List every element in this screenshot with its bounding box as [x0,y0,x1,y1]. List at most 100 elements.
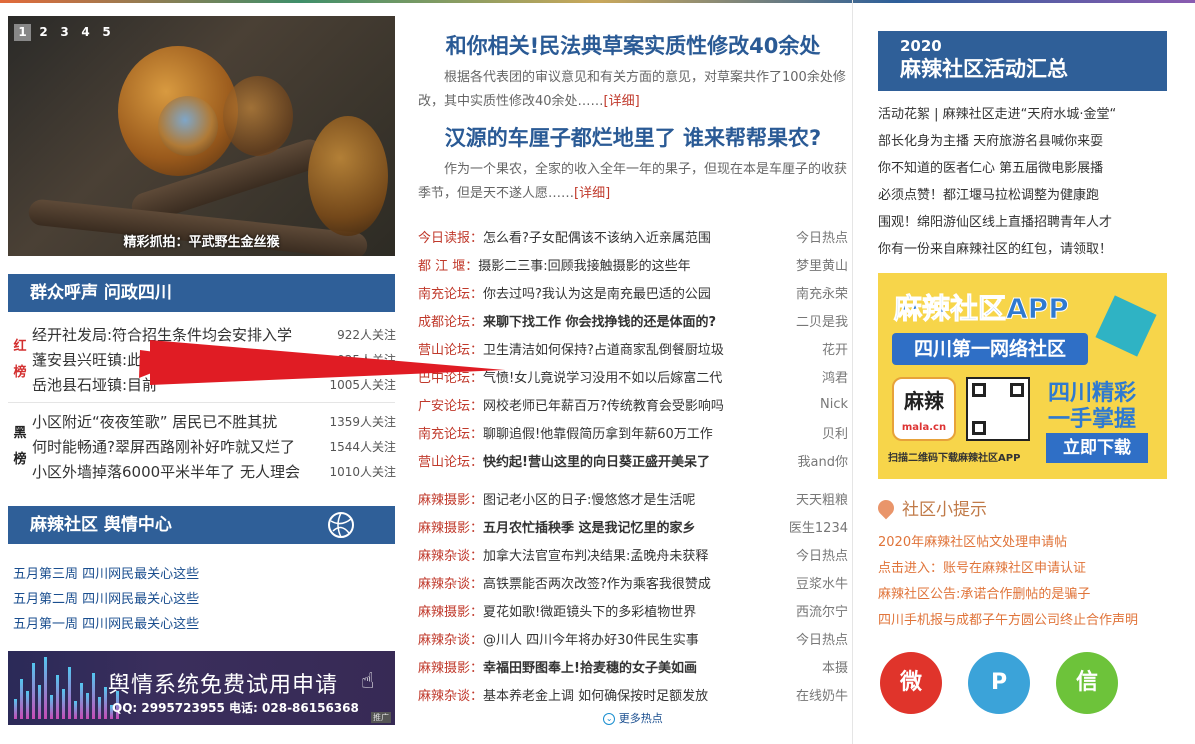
news-author[interactable]: 豆浆水牛 [796,573,848,592]
news-title-link[interactable]: 摄影二三事:回顾我接触摄影的这些年 [478,255,788,274]
event-item-link[interactable]: 围观！绵阳游仙区线上直播招聘青年人才 [878,209,1168,236]
tip-item-link[interactable]: 麻辣社区公告:承诺合作删帖的是骗子 [878,582,1168,608]
slider-page-dot[interactable]: 1 [14,24,31,41]
rank-item-title[interactable]: 岳池县石垭镇:目前 [32,374,157,395]
news-source-link[interactable]: 麻辣摄影： [418,657,483,676]
news-author[interactable]: 今日热点 [796,227,848,246]
rank-item-title[interactable]: 蓬安县兴旺镇:此前 [32,349,157,370]
news-source-link[interactable]: 麻辣杂谈： [418,629,483,648]
news-author[interactable]: 贝利 [822,423,848,442]
detail-link[interactable]: [详细] [604,94,640,109]
sentiment-system-banner[interactable]: 舆情系统免费试用申请 QQ: 2995723955 电话: 028-861563… [8,651,395,725]
news-author[interactable]: 天天粗粮 [796,489,848,508]
news-author[interactable]: 本摄 [822,657,848,676]
headline-title[interactable]: 汉源的车厘子都烂地里了 谁来帮帮果农? [418,122,848,152]
sentiment-item-link[interactable]: 五月第二周 四川网民最关心这些 [13,587,396,612]
monkey-figure [223,76,293,156]
news-author[interactable]: 鸿君 [822,367,848,386]
news-author[interactable]: 今日热点 [796,629,848,648]
rank-item-title[interactable]: 小区外墙掉落6000平米半年了 无人理会 [32,461,300,482]
wechat-icon[interactable]: 信 [1056,652,1118,714]
more-hot-link[interactable]: ⌄ 更多热点 [418,710,848,726]
rank-item[interactable]: 经开社发局:符合招生条件均会安排入学 922人关注 [32,322,396,347]
news-title-link[interactable]: 高铁票能否两次改签?作为乘客我很赞成 [483,573,788,592]
slider-page-dot[interactable]: 2 [35,24,52,41]
sentiment-item-link[interactable]: 五月第三周 四川网民最关心这些 [13,562,396,587]
news-title-link[interactable]: 基本养老金上调 如何确保按时足额发放 [483,685,788,704]
slider-page-dot[interactable]: 5 [98,24,115,41]
news-author[interactable]: 我and你 [798,451,848,470]
weibo-icon[interactable]: 微 [880,652,942,714]
rank-item-title[interactable]: 经开社发局:符合招生条件均会安排入学 [32,324,292,345]
news-title-link[interactable]: 夏花如歌!微距镜头下的多彩植物世界 [483,601,788,620]
news-author[interactable]: 二贝是我 [796,311,848,330]
news-source-link[interactable]: 都 江 堰： [418,255,478,274]
event-item-link[interactable]: 部长化身为主播 天府旅游名县喊你来耍 [878,128,1168,155]
news-title-link[interactable]: 加拿大法官宣布判决结果:孟晚舟未获释 [483,545,788,564]
news-title-link[interactable]: 怎么看?子女配偶该不该纳入近亲属范围 [483,227,788,246]
tip-item-link[interactable]: 点击进入：账号在麻辣社区申请认证 [878,556,1168,582]
photo-slider[interactable]: 12345 精彩抓拍：平武野生金丝猴 [8,16,395,256]
news-title-link[interactable]: 图记老小区的日子:慢悠悠才是生活呢 [483,489,788,508]
rank-item[interactable]: 何时能畅通?翠屏西路刚补好咋就又烂了 1544人关注 [32,434,396,459]
news-title-link[interactable]: 卫生清洁如何保持?占道商家乱倒餐厨垃圾 [483,339,814,358]
news-source-link[interactable]: 广安论坛： [418,395,483,414]
news-title-link[interactable]: @川人 四川今年将办好30件民生实事 [483,629,788,648]
event-item-link[interactable]: 活动花絮 | 麻辣社区走进“天府水城·金堂“ [878,101,1168,128]
download-button[interactable]: 立即下载 [1046,433,1148,463]
news-row: 成都论坛： 来聊下找工作 你会找挣钱的还是体面的? 二贝是我 [418,306,848,334]
news-title-link[interactable]: 来聊下找工作 你会找挣钱的还是体面的? [483,311,788,330]
app-ad-title: 麻辣社区APP [894,292,1070,326]
news-title-link[interactable]: 气愤!女儿竟说学习没用不如以后嫁富二代 [483,367,814,386]
client-icon[interactable]: P [968,652,1030,714]
news-source-link[interactable]: 营山论坛： [418,451,483,470]
rank-item-title[interactable]: 何时能畅通?翠屏西路刚补好咋就又烂了 [32,436,295,457]
rank-item[interactable]: 岳池县石垭镇:目前 1005人关注 [32,372,396,397]
news-author[interactable]: Nick [820,397,848,412]
news-source-link[interactable]: 成都论坛： [418,311,483,330]
headline-title[interactable]: 和你相关!民法典草案实质性修改40余处 [418,30,848,60]
news-author[interactable]: 在线奶牛 [796,685,848,704]
news-title-link[interactable]: 快约起!营山这里的向日葵正盛开美呆了 [483,451,790,470]
news-author[interactable]: 梦里黄山 [796,255,848,274]
news-author[interactable]: 西流尔宁 [796,601,848,620]
news-source-link[interactable]: 麻辣杂谈： [418,573,483,592]
app-ad-tip: 扫描二维码下载麻辣社区APP [888,453,1021,464]
rank-item[interactable]: 小区附近“夜夜笙歌” 居民已不胜其扰 1359人关注 [32,409,396,434]
slider-page-dot[interactable]: 4 [77,24,94,41]
news-source-link[interactable]: 今日读报： [418,227,483,246]
event-item-link[interactable]: 你有一份来自麻辣社区的红包，请领取！ [878,236,1168,263]
app-download-ad[interactable]: 麻辣社区APP 四川第一网络社区 麻辣 mala.cn 四川精彩 一手掌握 立即下… [878,273,1167,479]
news-source-link[interactable]: 南充论坛： [418,423,483,442]
news-source-link[interactable]: 巴中论坛： [418,367,483,386]
news-source-link[interactable]: 麻辣摄影： [418,489,483,508]
news-title-link[interactable]: 你去过吗?我认为这是南充最巴适的公园 [483,283,788,302]
news-source-link[interactable]: 麻辣杂谈： [418,685,483,704]
tip-item-link[interactable]: 2020年麻辣社区帖文处理申请帖 [878,530,1168,556]
rank-item[interactable]: 小区外墙掉落6000平米半年了 无人理会 1010人关注 [32,459,396,484]
news-source-link[interactable]: 麻辣杂谈： [418,545,483,564]
rank-item-title[interactable]: 小区附近“夜夜笙歌” 居民已不胜其扰 [32,411,277,432]
news-author[interactable]: 医生1234 [789,517,848,536]
event-item-link[interactable]: 你不知道的医者仁心 第五届微电影展播 [878,155,1168,182]
news-title-link[interactable]: 幸福田野图奉上!拾麦穗的女子美如画 [483,657,814,676]
event-item-link[interactable]: 必须点赞！都江堰马拉松调整为健康跑 [878,182,1168,209]
news-author[interactable]: 今日热点 [796,545,848,564]
sentiment-item-link[interactable]: 五月第一周 四川网民最关心这些 [13,612,396,637]
detail-link[interactable]: [详细] [574,186,610,201]
slider-page-dot[interactable]: 3 [56,24,73,41]
news-author[interactable]: 南充永荣 [796,283,848,302]
black-tag-char: 黑 [13,425,27,441]
news-source-link[interactable]: 南充论坛： [418,283,483,302]
tip-item-link[interactable]: 四川手机报与成都子午方圆公司终止合作声明 [878,608,1168,634]
news-source-link[interactable]: 麻辣摄影： [418,601,483,620]
news-author[interactable]: 花开 [822,339,848,358]
slider-caption[interactable]: 精彩抓拍：平武野生金丝猴 [8,231,395,250]
news-title-link[interactable]: 聊聊追假!他靠假简历拿到年薪60万工作 [483,423,814,442]
news-source-link[interactable]: 营山论坛： [418,339,483,358]
news-source-link[interactable]: 麻辣摄影： [418,517,483,536]
news-title-link[interactable]: 网校老师已年薪百万?传统教育会受影响吗 [483,395,812,414]
rank-item[interactable]: 蓬安县兴旺镇:此前 925人关注 [32,347,396,372]
banner-graphic [14,657,119,719]
news-title-link[interactable]: 五月农忙插秧季 这是我记忆里的家乡 [483,517,781,536]
